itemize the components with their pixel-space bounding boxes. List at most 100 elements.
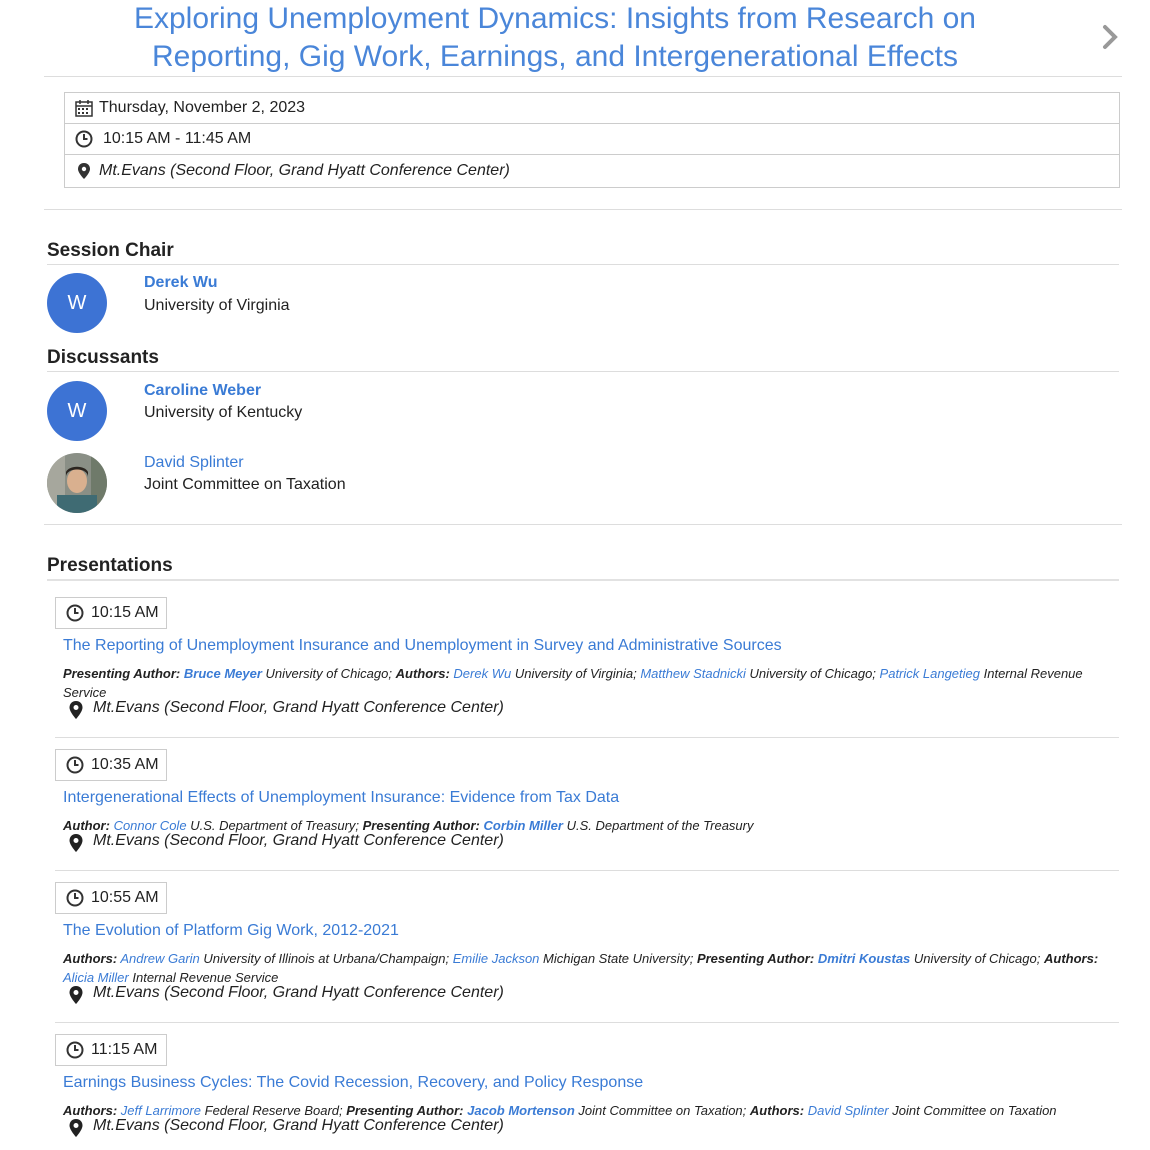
role-label: Presenting Author: <box>346 1103 464 1118</box>
presentation-time-text: 10:35 AM <box>91 756 159 773</box>
session-date: Thursday, November 2, 2023 <box>99 99 306 116</box>
role-label: Presenting Author: <box>362 818 480 833</box>
discussants-bottom-divider <box>44 524 1122 525</box>
role-label: Presenting Author: <box>696 951 815 966</box>
session-title-line2: Reporting, Gig Work, Earnings, and Inter… <box>151 40 958 73</box>
clock-icon <box>66 604 84 622</box>
role-label: Presenting Author: <box>63 666 181 681</box>
role-label: Authors: <box>395 666 450 681</box>
author-affiliation: Joint Committee on Taxation <box>892 1103 1057 1118</box>
author-affiliation: University of Chicago; <box>749 666 876 681</box>
author-link[interactable]: Derek Wu <box>453 666 511 681</box>
presentation-location-text: Mt.Evans (Second Floor, Grand Hyatt Conf… <box>93 984 504 1001</box>
presentation-divider <box>55 1022 1119 1023</box>
discussant-name-link[interactable]: Caroline Weber <box>144 382 261 400</box>
map-pin-icon <box>69 834 83 852</box>
session-location-row: Mt.Evans (Second Floor, Grand Hyatt Conf… <box>65 156 1119 186</box>
role-label: Authors: <box>63 1103 118 1118</box>
discussant-affiliation: University of Kentucky <box>144 404 303 421</box>
chair-affiliation: University of Virginia <box>144 297 290 314</box>
discussant-name-link[interactable]: David Splinter <box>144 454 244 472</box>
session-title: Exploring Unemployment Dynamics: Insight… <box>60 0 1050 76</box>
session-chair-divider <box>47 264 1119 265</box>
role-label: Author: <box>63 818 110 833</box>
presentation-time-text: 10:15 AM <box>91 604 159 621</box>
presentation-location-text: Mt.Evans (Second Floor, Grand Hyatt Conf… <box>93 832 504 849</box>
presentation-item: 10:55 AM The Evolution of Platform Gig W… <box>55 882 1119 1022</box>
avatar: W <box>47 381 107 441</box>
session-title-line1: Exploring Unemployment Dynamics: Insight… <box>133 2 976 35</box>
session-date-row: Thursday, November 2, 2023 <box>65 93 1119 124</box>
author-affiliation: University of Virginia; <box>514 666 637 681</box>
session-time: 10:15 AM - 11:45 AM <box>103 130 252 147</box>
presentation-authors: Authors: Andrew Garin University of Illi… <box>63 949 1113 987</box>
author-affiliation: University of Chicago; <box>913 951 1041 966</box>
author-link[interactable]: Jeff Larrimore <box>121 1103 201 1118</box>
presentation-divider <box>55 737 1119 738</box>
author-link[interactable]: Dmitri Koustas <box>818 951 910 966</box>
author-link[interactable]: Jacob Mortenson <box>467 1103 575 1118</box>
info-divider <box>44 209 1122 210</box>
title-divider <box>44 76 1122 77</box>
map-pin-icon <box>69 701 83 719</box>
role-label: Authors: <box>749 1103 805 1118</box>
presentation-divider <box>55 870 1119 871</box>
author-affiliation: University of Chicago; <box>265 666 392 681</box>
presentation-time-text: 10:55 AM <box>91 889 159 906</box>
session-info-box: Thursday, November 2, 2023 10:15 AM - 11… <box>64 92 1120 188</box>
author-link[interactable]: Matthew Stadnicki <box>640 666 746 681</box>
author-link[interactable]: Corbin Miller <box>484 818 563 833</box>
presentation-item: 10:15 AM The Reporting of Unemployment I… <box>55 597 1119 737</box>
author-affiliation: Michigan State University; <box>543 951 694 966</box>
discussant-affiliation: Joint Committee on Taxation <box>144 476 346 493</box>
author-link[interactable]: Alicia Miller <box>63 970 129 985</box>
discussants-heading: Discussants <box>47 347 159 368</box>
presentation-authors: Presenting Author: Bruce Meyer Universit… <box>63 664 1113 702</box>
clock-icon <box>66 1041 84 1059</box>
author-affiliation: Internal Revenue Service <box>132 970 279 985</box>
discussants-divider <box>47 371 1119 372</box>
presentation-title-link[interactable]: Earnings Business Cycles: The Covid Rece… <box>63 1074 643 1092</box>
map-pin-icon <box>69 986 83 1004</box>
presentation-time: 11:15 AM <box>55 1034 167 1066</box>
author-affiliation: Federal Reserve Board; <box>204 1103 343 1118</box>
author-link[interactable]: David Splinter <box>808 1103 889 1118</box>
clock-icon <box>75 130 93 148</box>
clock-icon <box>66 756 84 774</box>
presentation-title-link[interactable]: The Evolution of Platform Gig Work, 2012… <box>63 922 399 940</box>
presentation-time: 10:55 AM <box>55 882 167 914</box>
session-chair-heading: Session Chair <box>47 240 174 261</box>
presentation-time: 10:35 AM <box>55 749 167 781</box>
role-label: Authors: <box>1044 951 1099 966</box>
author-link[interactable]: Andrew Garin <box>120 951 199 966</box>
chair-name-link[interactable]: Derek Wu <box>144 274 218 292</box>
author-link[interactable]: Connor Cole <box>114 818 187 833</box>
presentations-divider <box>47 579 1119 581</box>
author-affiliation: University of Illinois at Urbana/Champai… <box>203 951 450 966</box>
author-link[interactable]: Patrick Langetieg <box>880 666 980 681</box>
presentation-time-text: 11:15 AM <box>91 1041 158 1058</box>
chevron-right-icon[interactable] <box>1100 24 1122 50</box>
session-time-row: 10:15 AM - 11:45 AM <box>65 124 1119 155</box>
author-link[interactable]: Emilie Jackson <box>453 951 540 966</box>
avatar: W <box>47 273 107 333</box>
author-affiliation: Joint Committee on Taxation; <box>578 1103 747 1118</box>
author-affiliation: U.S. Department of the Treasury <box>566 818 754 833</box>
presentation-title-link[interactable]: The Reporting of Unemployment Insurance … <box>63 637 782 655</box>
presentation-location-text: Mt.Evans (Second Floor, Grand Hyatt Conf… <box>93 1117 504 1134</box>
role-label: Authors: <box>63 951 118 966</box>
presentation-item: 11:15 AM Earnings Business Cycles: The C… <box>55 1034 1119 1149</box>
presentations-heading: Presentations <box>47 555 173 576</box>
presentation-item: 10:35 AM Intergenerational Effects of Un… <box>55 749 1119 869</box>
map-pin-icon <box>78 163 90 179</box>
author-affiliation: U.S. Department of Treasury; <box>190 818 360 833</box>
avatar-photo <box>47 453 107 513</box>
author-link[interactable]: Bruce Meyer <box>184 666 262 681</box>
clock-icon <box>66 889 84 907</box>
map-pin-icon <box>69 1119 83 1137</box>
session-location: Mt.Evans (Second Floor, Grand Hyatt Conf… <box>99 162 510 179</box>
calendar-icon <box>75 100 93 117</box>
presentation-time: 10:15 AM <box>55 597 167 629</box>
presentation-location-text: Mt.Evans (Second Floor, Grand Hyatt Conf… <box>93 699 504 716</box>
presentation-title-link[interactable]: Intergenerational Effects of Unemploymen… <box>63 789 619 807</box>
